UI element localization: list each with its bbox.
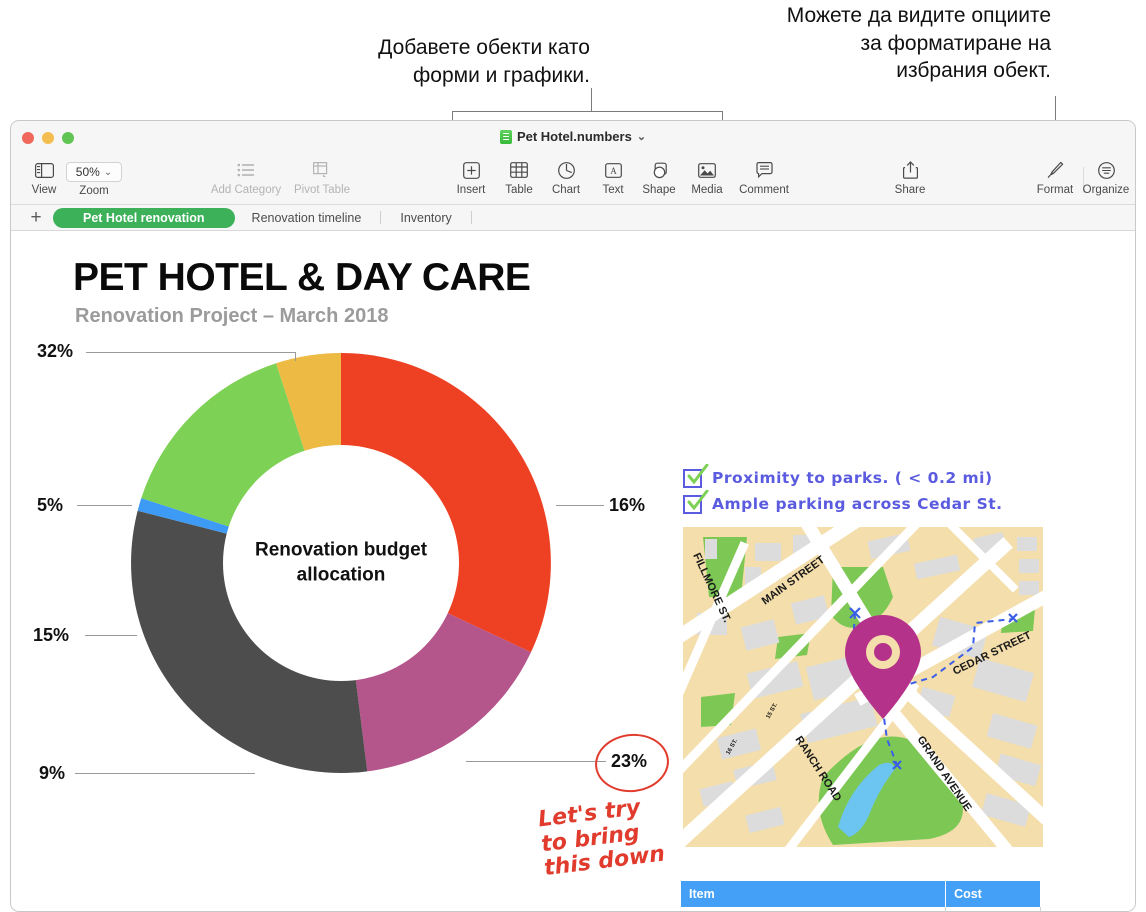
- document-title-group[interactable]: Pet Hotel.numbers ⌄: [11, 129, 1135, 144]
- text-label: Text: [602, 184, 623, 196]
- donut-label-5: 5%: [37, 495, 63, 516]
- donut-center-label: Renovation budget allocation: [239, 538, 444, 587]
- numbers-window: Pet Hotel.numbers ⌄ View: [10, 120, 1136, 912]
- shape-icon: [650, 159, 668, 181]
- table-row[interactable]: Design consultation fees $1,500: [681, 907, 1041, 912]
- leader-tick-32: [295, 352, 296, 361]
- chevron-down-icon: ⌄: [104, 167, 112, 178]
- leader-9: [75, 773, 255, 774]
- column-header-cost[interactable]: Cost: [946, 881, 1041, 907]
- column-header-item[interactable]: Item: [681, 881, 946, 907]
- donut-label-9: 9%: [39, 763, 65, 784]
- numbers-document-icon: [500, 130, 512, 144]
- format-brush-icon: [1046, 159, 1064, 181]
- media-icon: [698, 159, 716, 181]
- checkmark-icon: [687, 490, 709, 510]
- sheet-tab-inventory[interactable]: Inventory: [383, 208, 468, 228]
- donut-chart[interactable]: Renovation budget allocation: [121, 343, 561, 783]
- donut-center-line2: allocation: [297, 564, 386, 585]
- share-icon: [903, 159, 918, 181]
- zoom-label: Zoom: [66, 185, 122, 197]
- callout-left-bracket: [452, 111, 723, 112]
- cell-item[interactable]: Design consultation fees: [681, 907, 946, 912]
- pivot-table-label: Pivot Table: [294, 184, 350, 196]
- shape-label: Shape: [642, 184, 675, 196]
- tab-divider: [471, 211, 472, 224]
- insert-icon: [463, 159, 480, 181]
- donut-label-15: 15%: [33, 625, 69, 646]
- chart-icon: [558, 159, 575, 181]
- donut-label-16: 16%: [609, 495, 645, 516]
- red-circle-annotation: [592, 730, 672, 795]
- map-svg: FILLMORE ST. MAIN STREET CEDAR STREET RA…: [683, 527, 1043, 847]
- page-subtitle: Renovation Project – March 2018: [75, 305, 388, 328]
- chevron-down-icon[interactable]: ⌄: [637, 130, 646, 143]
- callout-left-text: Добавете обекти като форми и графики.: [268, 34, 590, 89]
- share-label: Share: [895, 184, 926, 196]
- sidebar-icon: [35, 159, 54, 181]
- document-title: Pet Hotel.numbers: [517, 129, 632, 144]
- media-label: Media: [691, 184, 722, 196]
- sheet-tab-pet-hotel-renovation[interactable]: Pet Hotel renovation: [53, 208, 235, 228]
- organize-label: Organize: [1083, 184, 1130, 196]
- cell-cost[interactable]: $1,500: [946, 907, 1041, 912]
- table-label: Table: [505, 184, 533, 196]
- leader-23: [466, 761, 606, 762]
- checkbox-icon: [683, 495, 702, 514]
- chart-label: Chart: [552, 184, 580, 196]
- zoom-value: 50%: [76, 165, 100, 179]
- zoom-dropdown[interactable]: 50% ⌄: [66, 162, 122, 182]
- checklist-label: Ample parking across Cedar St.: [712, 495, 1003, 513]
- table-icon: [510, 159, 528, 181]
- pivot-table-button[interactable]: Pivot Table: [289, 159, 355, 196]
- checklist-label: Proximity to parks. ( < 0.2 mi): [712, 469, 993, 487]
- add-category-button[interactable]: Add Category: [213, 159, 279, 196]
- table-header-row: Item Cost: [681, 881, 1041, 907]
- text-icon: A: [605, 159, 622, 181]
- callout-left-leader: [591, 88, 592, 112]
- red-handwritten-note: Let's try to bring this down: [537, 794, 666, 882]
- donut-center-line1: Renovation budget: [255, 539, 427, 560]
- donut-label-32: 32%: [37, 341, 73, 362]
- format-label: Format: [1037, 184, 1073, 196]
- organize-icon: [1098, 159, 1115, 181]
- sheet-canvas[interactable]: PET HOTEL & DAY CARE Renovation Project …: [11, 231, 1135, 912]
- callout-right-text: Можете да видите опциите за форматиране …: [665, 2, 1051, 85]
- view-label: View: [32, 184, 57, 196]
- page-title: PET HOTEL & DAY CARE: [73, 256, 530, 300]
- sheet-tab-renovation-timeline[interactable]: Renovation timeline: [235, 208, 379, 228]
- handwritten-checklist: Proximity to parks. ( < 0.2 mi) Ample pa…: [683, 465, 1003, 517]
- add-category-label: Add Category: [211, 184, 281, 196]
- tab-divider: [380, 211, 381, 224]
- organize-button[interactable]: Organize: [1073, 159, 1136, 196]
- insert-label: Insert: [457, 184, 486, 196]
- checkbox-icon: [683, 469, 702, 488]
- checklist-row: Proximity to parks. ( < 0.2 mi): [683, 465, 1003, 491]
- share-button[interactable]: Share: [877, 159, 943, 196]
- leader-15: [85, 635, 137, 636]
- checklist-row: Ample parking across Cedar St.: [683, 491, 1003, 517]
- add-sheet-button[interactable]: +: [19, 208, 53, 227]
- comment-button[interactable]: Comment: [731, 159, 797, 196]
- list-icon: [237, 159, 255, 181]
- toolbar: View 50% ⌄ Zoom Add Category: [11, 155, 1135, 205]
- leader-5: [77, 505, 132, 506]
- leader-32: [86, 352, 296, 353]
- map-image[interactable]: FILLMORE ST. MAIN STREET CEDAR STREET RA…: [683, 527, 1043, 847]
- comment-label: Comment: [739, 184, 789, 196]
- checkmark-icon: [687, 464, 709, 484]
- pivot-table-icon: [313, 159, 331, 181]
- svg-text:A: A: [610, 166, 617, 176]
- leader-16: [556, 505, 604, 506]
- screenshot-root: Добавете обекти като форми и графики. Мо…: [0, 0, 1146, 912]
- budget-table[interactable]: Item Cost Design consultation fees $1,50…: [681, 881, 1041, 912]
- window-titlebar: Pet Hotel.numbers ⌄: [11, 121, 1135, 155]
- sheet-tabbar: + Pet Hotel renovation Renovation timeli…: [11, 205, 1135, 231]
- comment-icon: [756, 159, 773, 181]
